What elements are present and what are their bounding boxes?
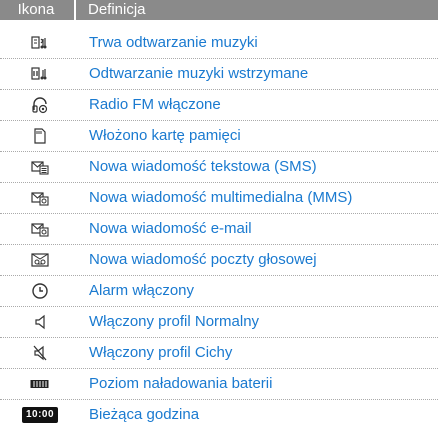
table-row: Nowa wiadomość poczty głosowej — [0, 245, 438, 276]
header-separator — [74, 0, 76, 20]
email-icon — [20, 214, 60, 244]
mms-icon — [20, 183, 60, 213]
row-label: Poziom naładowania baterii — [89, 375, 273, 392]
row-label: Trwa odtwarzanie muzyki — [89, 34, 258, 51]
table-row: Nowa wiadomość e-mail — [0, 214, 438, 245]
row-label: Włączony profil Cichy — [89, 344, 233, 361]
table-row: Włączony profil Cichy — [0, 338, 438, 369]
voicemail-icon — [20, 245, 60, 275]
memory-card-icon — [20, 121, 60, 151]
fm-radio-icon — [20, 90, 60, 120]
music-paused-icon — [20, 59, 60, 89]
row-label: Włączony profil Normalny — [89, 313, 260, 330]
row-label: Nowa wiadomość tekstowa (SMS) — [89, 158, 317, 175]
clock-icon: 10:00 — [20, 400, 60, 430]
row-label: Bieżąca godzina — [89, 406, 200, 423]
table-row: Nowa wiadomość multimedialna (MMS) — [0, 183, 438, 214]
speaker-icon — [20, 307, 60, 337]
row-label: Radio FM włączone — [89, 96, 221, 113]
definition-column-header: Definicja — [88, 1, 146, 18]
table-row: Alarm włączony — [0, 276, 438, 307]
clock-time: 10:00 — [21, 407, 59, 423]
table-header: Ikona Definicja — [0, 0, 438, 20]
table-row: Trwa odtwarzanie muzyki — [0, 28, 438, 59]
table-row: Włączony profil Normalny — [0, 307, 438, 338]
silent-icon — [20, 338, 60, 368]
table-row: Radio FM włączone — [0, 90, 438, 121]
sms-icon — [20, 152, 60, 182]
table-row: 10:00 Bieżąca godzina — [0, 400, 438, 431]
table-row: Nowa wiadomość tekstowa (SMS) — [0, 152, 438, 183]
row-label: Nowa wiadomość poczty głosowej — [89, 251, 317, 268]
battery-icon — [20, 369, 60, 399]
row-label: Nowa wiadomość multimedialna (MMS) — [89, 189, 353, 206]
row-label: Nowa wiadomość e-mail — [89, 220, 252, 237]
row-label: Włożono kartę pamięci — [89, 127, 241, 144]
music-playing-icon — [20, 28, 60, 58]
alarm-icon — [20, 276, 60, 306]
table-row: Odtwarzanie muzyki wstrzymane — [0, 59, 438, 90]
row-label: Odtwarzanie muzyki wstrzymane — [89, 65, 309, 82]
table-row: Poziom naładowania baterii — [0, 369, 438, 400]
row-label: Alarm włączony — [89, 282, 195, 299]
icon-column-header: Ikona — [17, 1, 55, 18]
table-row: Włożono kartę pamięci — [0, 121, 438, 152]
